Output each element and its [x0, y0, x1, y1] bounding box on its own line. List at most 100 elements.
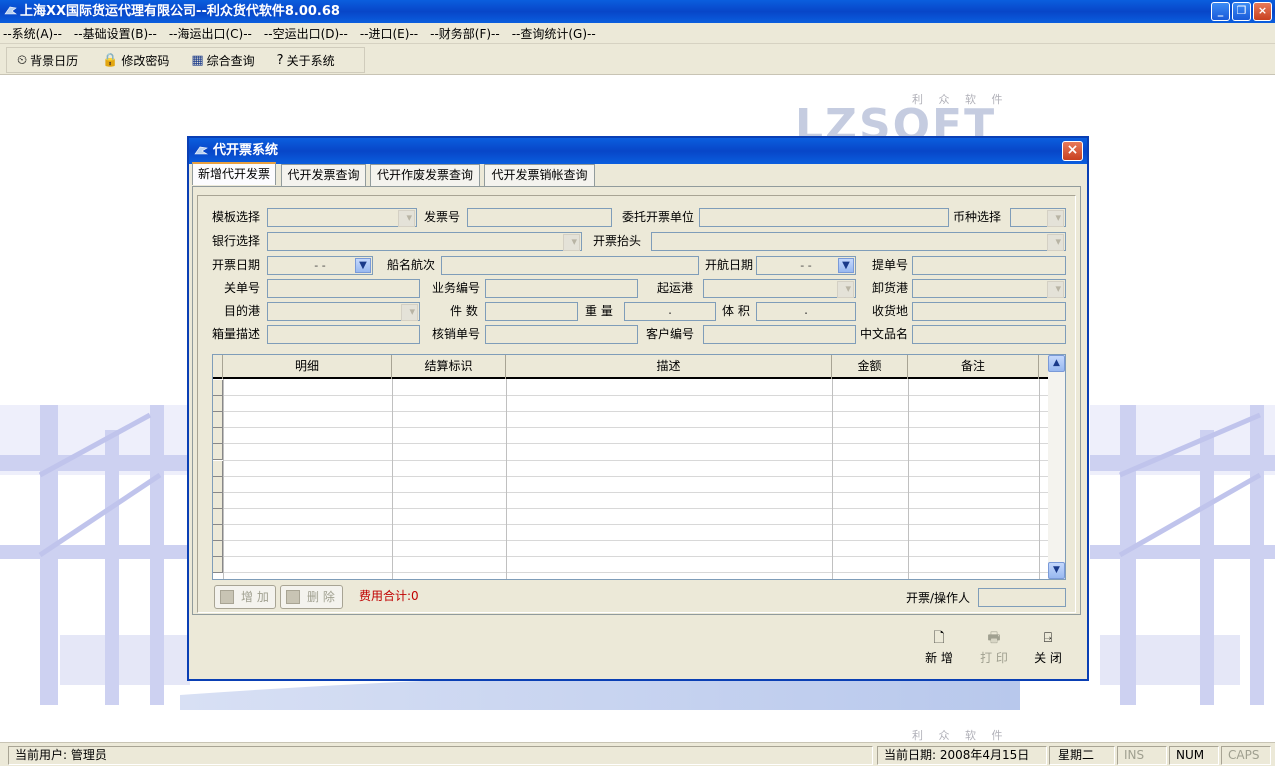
- close-window-button[interactable]: ×: [1253, 2, 1272, 21]
- invoice-no-label: 发票号: [424, 210, 461, 224]
- menu-basic-settings[interactable]: --基础设置(B)--: [74, 25, 157, 42]
- tab-void-invoice-query[interactable]: 代开作废发票查询: [370, 164, 480, 186]
- grid-row-line: [223, 572, 1049, 574]
- volume-label: 体 积: [722, 304, 750, 318]
- menu-system[interactable]: --系统(A)--: [3, 25, 62, 42]
- currency-select[interactable]: [1010, 208, 1066, 227]
- grid-column-line: [223, 379, 224, 579]
- customer-no-input[interactable]: [703, 325, 856, 344]
- dest-port-select[interactable]: [267, 302, 420, 321]
- dest-port-label: 目的港: [224, 304, 261, 318]
- cn-name-input[interactable]: [912, 325, 1066, 344]
- entrust-unit-input[interactable]: [699, 208, 949, 227]
- cn-name-label: 中文品名: [860, 327, 909, 341]
- invoice-no-input[interactable]: [467, 208, 612, 227]
- row-header[interactable]: [213, 380, 223, 397]
- chevron-down-icon[interactable]: ▼: [838, 258, 854, 273]
- bill-no-label: 提单号: [872, 258, 909, 272]
- add-row-button[interactable]: 增 加: [214, 585, 276, 609]
- query-button[interactable]: ▦ 综合查询: [191, 52, 254, 69]
- status-weekday: 星期二: [1049, 746, 1115, 765]
- scroll-up-icon[interactable]: ▲: [1048, 355, 1065, 372]
- printer-icon: 🖶: [987, 630, 1001, 646]
- pieces-input[interactable]: [485, 302, 578, 321]
- row-header[interactable]: [213, 460, 223, 477]
- grid-column-line: [392, 379, 393, 579]
- print-button[interactable]: 🖶 打 印: [974, 630, 1014, 666]
- toolbar: ⏲ 背景日历 🔒 修改密码 ▦ 综合查询 ? 关于系统: [0, 44, 1275, 75]
- lock-icon: 🔒: [102, 52, 119, 68]
- about-label: 关于系统: [286, 53, 335, 68]
- sail-date-picker[interactable]: - - ▼: [756, 256, 856, 275]
- grid-column-line: [832, 379, 833, 579]
- grid-row-line: [223, 459, 1049, 461]
- tab-writeoff-query[interactable]: 代开发票销帐查询: [484, 164, 595, 186]
- tab-new-invoice[interactable]: 新增代开发票: [192, 162, 276, 185]
- window-titlebar: 上海XX国际货运代理有限公司--利众货代软件8.00.68 _ ❐ ×: [0, 0, 1275, 23]
- invoice-date-picker[interactable]: - - ▼: [267, 256, 373, 275]
- fee-grid[interactable]: 明细 结算标识 描述 金额 备注 ▲ ▼: [212, 354, 1066, 580]
- row-header[interactable]: [213, 428, 223, 445]
- row-header[interactable]: [213, 396, 223, 413]
- row-header[interactable]: [213, 492, 223, 509]
- table-icon: ▦: [191, 52, 204, 68]
- row-header[interactable]: [213, 476, 223, 493]
- vessel-voyage-label: 船名航次: [387, 258, 436, 272]
- column-header-remark[interactable]: 备注: [908, 355, 1039, 379]
- row-header[interactable]: [213, 524, 223, 541]
- scroll-down-icon[interactable]: ▼: [1048, 562, 1065, 579]
- grid-column-line: [908, 379, 909, 579]
- box-desc-input[interactable]: [267, 325, 420, 344]
- delivery-place-input[interactable]: [912, 302, 1066, 321]
- about-button[interactable]: ? 关于系统: [277, 52, 335, 69]
- load-port-select[interactable]: [703, 279, 856, 298]
- vessel-voyage-input[interactable]: [441, 256, 699, 275]
- row-header[interactable]: [213, 541, 223, 558]
- row-header[interactable]: [213, 412, 223, 429]
- column-header-detail[interactable]: 明细: [223, 355, 392, 379]
- template-select[interactable]: [267, 208, 417, 227]
- menu-air-export[interactable]: --空运出口(D)--: [264, 25, 348, 42]
- delete-row-button[interactable]: 删 除: [280, 585, 343, 609]
- row-header[interactable]: [213, 557, 223, 574]
- new-document-icon: 🗋: [933, 630, 945, 646]
- menu-sea-export[interactable]: --海运出口(C)--: [169, 25, 252, 42]
- grid-row-line: [223, 540, 1049, 541]
- menu-import[interactable]: --进口(E)--: [360, 25, 418, 42]
- change-password-button[interactable]: 🔒 修改密码: [102, 52, 169, 69]
- customs-no-input[interactable]: [267, 279, 420, 298]
- calendar-button[interactable]: ⏲ 背景日历: [17, 52, 78, 69]
- grid-vertical-scrollbar[interactable]: ▲ ▼: [1048, 355, 1065, 579]
- chevron-down-icon[interactable]: ▼: [355, 258, 371, 273]
- verification-no-input[interactable]: [485, 325, 638, 344]
- close-button[interactable]: ⍈ 关 闭: [1028, 630, 1068, 666]
- bank-select[interactable]: [267, 232, 582, 251]
- grid-row-line: [223, 443, 1049, 445]
- row-header[interactable]: [213, 508, 223, 525]
- tab-invoice-query[interactable]: 代开发票查询: [281, 164, 366, 186]
- minimize-button[interactable]: _: [1211, 2, 1230, 21]
- new-button[interactable]: 🗋 新 增: [919, 630, 959, 666]
- dialog-close-button[interactable]: ×: [1062, 141, 1083, 161]
- add-icon: [220, 590, 234, 604]
- box-desc-label: 箱量描述: [212, 327, 261, 341]
- grid-column-line: [506, 379, 507, 579]
- row-header[interactable]: [213, 444, 223, 461]
- column-header-description[interactable]: 描述: [506, 355, 832, 379]
- operator-input[interactable]: [978, 588, 1066, 607]
- grid-header: 明细 结算标识 描述 金额 备注: [213, 355, 1049, 379]
- column-header-amount[interactable]: 金额: [832, 355, 908, 379]
- status-user: 当前用户: 管理员: [8, 746, 873, 765]
- grid-row-line: [223, 475, 1049, 477]
- weight-input[interactable]: .: [624, 302, 716, 321]
- pieces-label: 件 数: [450, 304, 478, 318]
- invoice-header-select[interactable]: [651, 232, 1066, 251]
- menu-finance[interactable]: --财务部(F)--: [430, 25, 500, 42]
- column-header-settlement[interactable]: 结算标识: [392, 355, 506, 379]
- discharge-port-select[interactable]: [912, 279, 1066, 298]
- volume-input[interactable]: .: [756, 302, 856, 321]
- business-no-input[interactable]: [485, 279, 638, 298]
- restore-button[interactable]: ❐: [1232, 2, 1251, 21]
- menu-query-stats[interactable]: --查询统计(G)--: [512, 25, 596, 42]
- bill-no-input[interactable]: [912, 256, 1066, 275]
